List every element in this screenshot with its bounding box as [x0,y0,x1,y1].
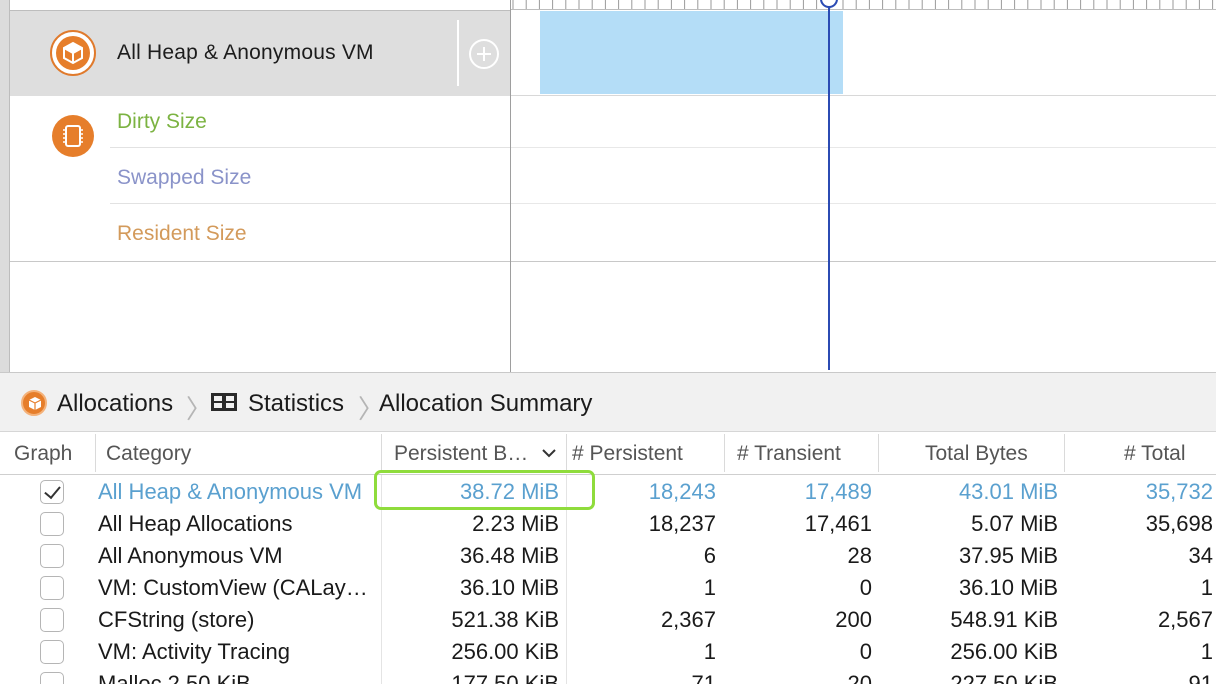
divider [511,147,1216,148]
column-divider[interactable] [95,434,96,472]
allocations-cube-icon [21,390,47,416]
cell-total: 1 [1200,575,1213,600]
cell-persistent: 2,367 [660,607,716,632]
cell-category: CFString (store) [98,607,255,632]
allocation-graph-fill [540,11,843,94]
cell-persistent: 1 [703,639,716,664]
divider [511,203,1216,204]
playhead[interactable] [828,6,830,370]
cell-persistent-bytes: 256.00 KiB [451,639,559,664]
cell-transient: 17,489 [804,479,872,504]
column-header-total-bytes[interactable]: Total Bytes [925,432,1028,475]
cell-category: All Heap & Anonymous VM [98,479,363,504]
chevron-down-icon[interactable] [541,446,557,460]
cell-persistent-bytes: 36.10 MiB [459,575,559,600]
cell-category: Malloc 2.50 KiB [98,671,251,684]
cell-transient: 20 [847,671,872,684]
track-sub-label-dirty[interactable]: Dirty Size [117,110,207,134]
graph-checkbox[interactable] [40,480,64,504]
table-header: Graph Category Persistent B… # Persisten… [0,432,1216,475]
column-header-graph[interactable]: Graph [14,432,72,475]
track-title: All Heap & Anonymous VM [117,41,374,64]
breadcrumb-item-statistics[interactable]: Statistics [248,390,344,418]
memory-chip-icon [52,115,94,157]
cell-total-bytes: 5.07 MiB [971,511,1058,536]
cell-total: 35,698 [1145,511,1213,536]
cell-category: VM: Activity Tracing [98,639,290,664]
table-row[interactable]: All Heap Allocations 2.23 MiB 18,237 17,461… [0,508,1216,540]
plus-circle-icon[interactable] [469,39,499,69]
column-divider[interactable] [381,434,382,472]
cell-transient: 17,461 [804,511,872,536]
cell-persistent-bytes: 2.23 MiB [472,511,559,536]
cell-total-bytes: 36.10 MiB [958,575,1058,600]
cell-transient: 0 [859,575,872,600]
divider [110,203,511,204]
column-header-persistent[interactable]: # Persistent [572,432,683,475]
cell-category: All Anonymous VM [98,543,283,568]
graph-checkbox[interactable] [40,608,64,632]
table-grid-icon [211,393,237,411]
cell-total: 2,567 [1157,607,1213,632]
table-row[interactable]: VM: Activity Tracing 256.00 KiB 1 0 256.00 K… [0,636,1216,668]
cell-total: 1 [1200,639,1213,664]
graph-checkbox[interactable] [40,512,64,536]
column-header-category[interactable]: Category [106,432,191,475]
breadcrumb-item-allocations[interactable]: Allocations [57,390,173,418]
track-sub-label-resident[interactable]: Resident Size [117,222,247,246]
cell-persistent-bytes: 36.48 MiB [459,543,559,568]
graph-checkbox[interactable] [40,640,64,664]
track-pane-edge [0,0,10,372]
divider [511,95,1216,96]
column-header-persistent-bytes[interactable]: Persistent B… [394,432,528,475]
cell-category: All Heap Allocations [98,511,293,536]
breadcrumb-item-allocation-summary[interactable]: Allocation Summary [379,390,592,418]
cell-persistent: 6 [703,543,716,568]
divider [110,147,511,148]
cell-persistent-bytes: 177.50 KiB [451,671,559,684]
track-sub-label-swapped[interactable]: Swapped Size [117,166,251,190]
cell-category: VM: CustomView (CALay… [98,575,368,600]
cell-total-bytes: 548.91 KiB [950,607,1058,632]
cell-transient: 28 [847,543,872,568]
cell-transient: 0 [859,639,872,664]
column-header-total[interactable]: # Total [1124,432,1186,475]
timeline-ruler[interactable] [511,0,1216,10]
cell-total-bytes: 256.00 KiB [950,639,1058,664]
chevron-right-icon: 〉 [186,395,213,425]
graph-checkbox[interactable] [40,576,64,600]
column-divider[interactable] [566,434,567,472]
cell-total-bytes: 227.50 KiB [950,671,1058,684]
pane-splitter[interactable] [510,0,511,372]
column-divider[interactable] [878,434,879,472]
table-row[interactable]: All Heap & Anonymous VM 38.72 MiB 18,243 17… [0,476,1216,508]
cell-transient: 200 [835,607,872,632]
table-row[interactable]: Malloc 2.50 KiB 177.50 KiB 71 20 227.50 KiB 9… [0,668,1216,684]
cell-persistent: 18,237 [648,511,716,536]
cell-persistent-bytes: 521.38 KiB [451,607,559,632]
table-row[interactable]: VM: CustomView (CALay… 36.10 MiB 1 0 36.10 M… [0,572,1216,604]
cell-persistent: 71 [691,671,716,684]
allocations-cube-icon [50,30,96,76]
cell-persistent: 1 [703,575,716,600]
column-divider[interactable] [1064,434,1065,472]
cell-total-bytes: 43.01 MiB [958,479,1058,504]
column-header-transient[interactable]: # Transient [737,432,841,475]
column-divider[interactable] [724,434,725,472]
graph-checkbox[interactable] [40,544,64,568]
cell-total-bytes: 37.95 MiB [958,543,1058,568]
breadcrumb: Allocations 〉 Statistics 〉 Allocation Su… [0,372,1216,432]
ruler-ticks [512,0,1214,9]
cell-total: 34 [1188,543,1213,568]
track-pane: All Heap & Anonymous VM Dirty Size Swapp… [0,0,1216,372]
table-row[interactable]: All Anonymous VM 36.48 MiB 6 28 37.95 MiB 34 [0,540,1216,572]
divider [10,261,1216,262]
cell-total: 35,732 [1145,479,1213,504]
allocation-summary-table: Graph Category Persistent B… # Persisten… [0,432,1216,684]
graph-checkbox[interactable] [40,672,64,684]
cell-total: 91 [1188,671,1213,684]
divider [457,20,459,86]
selected-cell-highlight [374,470,595,510]
table-row[interactable]: CFString (store) 521.38 KiB 2,367 200 548.91… [0,604,1216,636]
